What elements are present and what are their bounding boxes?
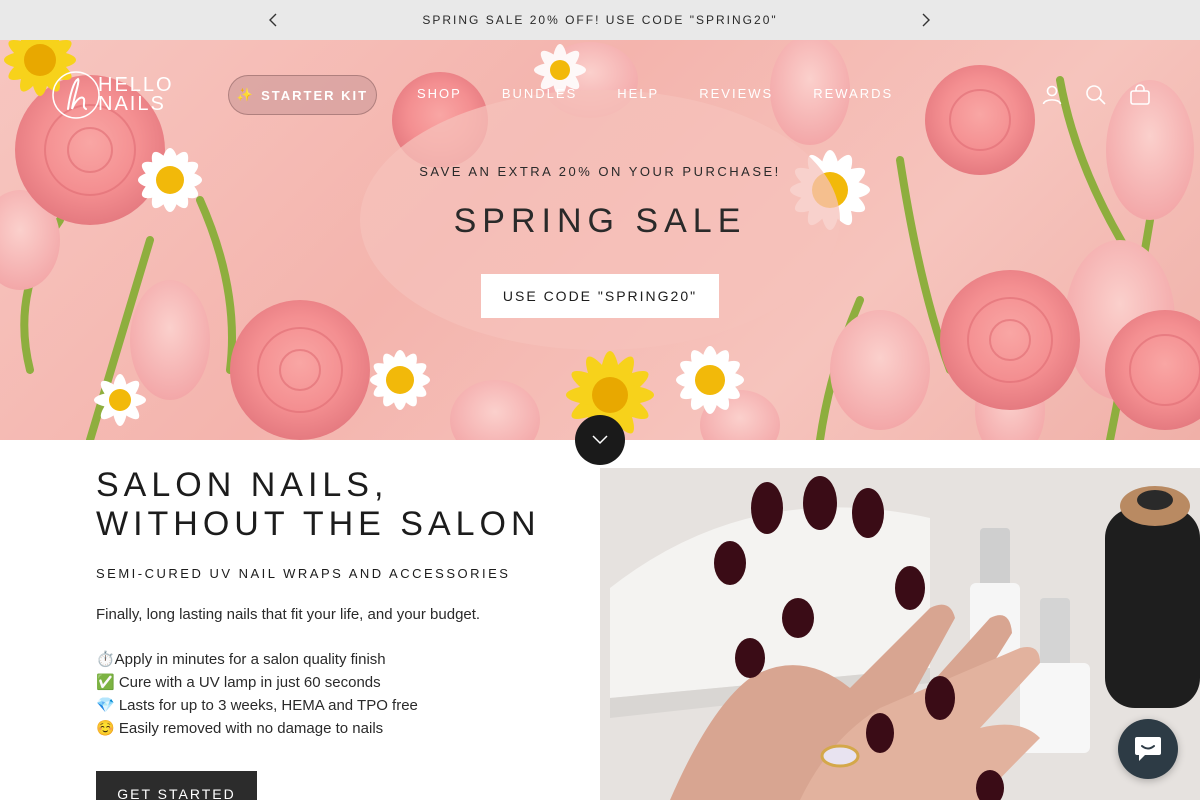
feature-item: ✅ Cure with a UV lamp in just 60 seconds — [96, 674, 381, 691]
announcement-bar: SPRING SALE 20% OFF! USE CODE "SPRING20" — [0, 0, 1200, 40]
announcement-text[interactable]: SPRING SALE 20% OFF! USE CODE "SPRING20" — [422, 13, 777, 27]
chevron-left-icon[interactable] — [263, 10, 283, 30]
chat-button[interactable] — [1118, 719, 1178, 779]
chevron-right-icon[interactable] — [916, 10, 936, 30]
feature-item: ☺️ Easily removed with no damage to nail… — [96, 720, 384, 737]
section-title-line2: WITHOUT THE SALON — [96, 505, 541, 543]
logo[interactable]: HELLO NAILS — [50, 68, 190, 122]
section-description: Finally, long lasting nails that fit you… — [96, 606, 481, 623]
scroll-down-button[interactable] — [575, 415, 625, 465]
logo-text-nails: NAILS — [98, 93, 166, 115]
nav-item-help[interactable]: HELP — [617, 86, 659, 101]
nav-item-bundles[interactable]: BUNDLES — [502, 86, 577, 101]
hero-title: SPRING SALE — [453, 202, 747, 240]
chevron-down-icon — [592, 435, 608, 445]
feature-item: ⏱️Apply in minutes for a salon quality f… — [96, 651, 386, 668]
main-nav: SHOP BUNDLES HELP REVIEWS REWARDS — [417, 86, 933, 101]
sparkle-icon: ✨ — [236, 87, 256, 102]
search-icon[interactable] — [1084, 83, 1108, 107]
site-header: HELLO NAILS ✨ STARTER KIT SHOP BUNDLES H… — [0, 40, 1200, 150]
nav-item-rewards[interactable]: REWARDS — [813, 86, 893, 101]
section-title-line1: SALON NAILS, — [96, 466, 389, 504]
get-started-button[interactable]: GET STARTED — [96, 771, 257, 800]
account-icon[interactable] — [1040, 83, 1064, 107]
nav-item-reviews[interactable]: REVIEWS — [699, 86, 773, 101]
chat-icon — [1135, 737, 1161, 761]
section-title: SALON NAILS, WITHOUT THE SALON — [96, 466, 541, 544]
nav-item-shop[interactable]: SHOP — [417, 86, 462, 101]
manicure-image — [600, 468, 1200, 800]
cart-icon[interactable] — [1128, 83, 1152, 107]
header-icons — [1040, 83, 1152, 107]
logo-monogram-icon — [52, 71, 100, 119]
use-code-button[interactable]: USE CODE "SPRING20" — [481, 274, 719, 318]
hero-subtitle: SAVE AN EXTRA 20% ON YOUR PURCHASE! — [419, 164, 781, 179]
section-subtitle: SEMI-CURED UV NAIL WRAPS AND ACCESSORIES — [96, 566, 511, 581]
starter-kit-button[interactable]: ✨ STARTER KIT — [228, 75, 377, 115]
feature-list: ⏱️Apply in minutes for a salon quality f… — [96, 648, 418, 740]
starter-kit-label: STARTER KIT — [261, 87, 369, 103]
hands-nails-photo — [600, 468, 1200, 800]
feature-item: 💎 Lasts for up to 3 weeks, HEMA and TPO … — [96, 697, 418, 714]
